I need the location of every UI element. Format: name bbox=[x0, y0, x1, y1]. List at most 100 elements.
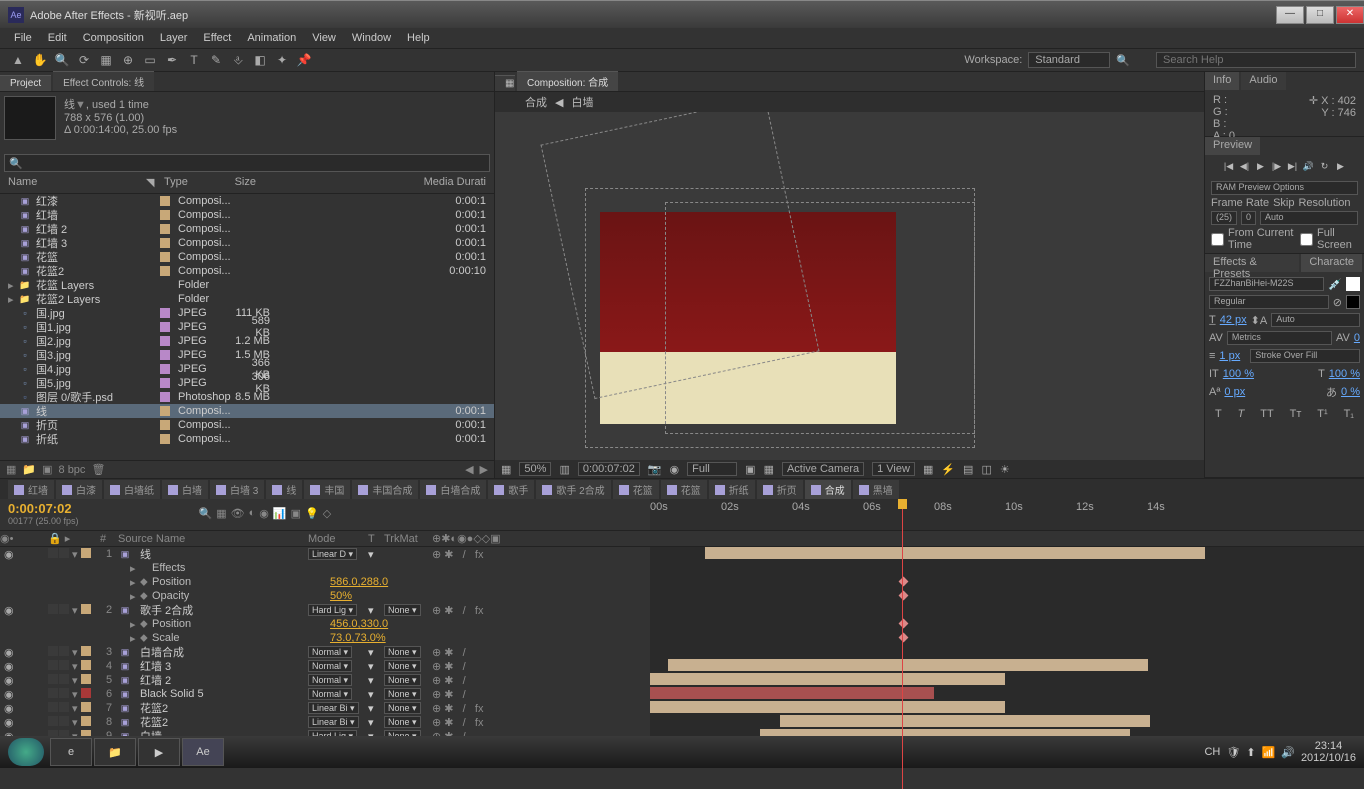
eyedropper-icon[interactable]: 💉 bbox=[1328, 278, 1342, 291]
tab-project[interactable]: Project bbox=[0, 75, 51, 91]
project-item[interactable]: ▣折纸Composi...0:00:1 bbox=[0, 432, 494, 446]
layer-row[interactable]: ◉▾5▣红墙 2Normal ▾▾None ▾⊕ ✱ / bbox=[0, 673, 650, 687]
exposure-icon[interactable]: ☀ bbox=[1000, 463, 1010, 476]
project-item[interactable]: ▣红墙 2Composi...0:00:1 bbox=[0, 222, 494, 236]
menu-view[interactable]: View bbox=[304, 32, 344, 44]
interpret-icon[interactable]: ▦ bbox=[6, 463, 16, 476]
timeline-tab[interactable]: 歌手 bbox=[488, 480, 534, 499]
hscale-value[interactable]: 100 % bbox=[1329, 368, 1360, 380]
layer-bar[interactable] bbox=[705, 547, 1205, 559]
keyframe[interactable] bbox=[899, 577, 909, 587]
kerning-dropdown[interactable]: Metrics bbox=[1227, 331, 1332, 345]
subscript-button[interactable]: T₁ bbox=[1344, 408, 1354, 420]
viewer[interactable] bbox=[495, 112, 1204, 460]
project-item[interactable]: ▣折页Composi...0:00:1 bbox=[0, 418, 494, 432]
loop-button[interactable]: ↻ bbox=[1318, 159, 1332, 173]
layer-row[interactable]: ◉▾1▣线Linear D ▾▾⊕ ✱ / fx bbox=[0, 547, 650, 561]
menu-edit[interactable]: Edit bbox=[40, 32, 75, 44]
tab-composition[interactable]: Composition: 合成 bbox=[517, 71, 618, 91]
project-item[interactable]: ▣红墙Composi...0:00:1 bbox=[0, 208, 494, 222]
bpc-button[interactable]: 8 bpc bbox=[59, 464, 86, 476]
property-row[interactable]: ▸⬥Position456.0,330.0 bbox=[0, 617, 650, 631]
timeline-icon[interactable]: ▤ bbox=[963, 463, 973, 476]
breadcrumb-2[interactable]: 白墙 bbox=[571, 94, 593, 110]
menu-window[interactable]: Window bbox=[344, 32, 399, 44]
leading-dropdown[interactable]: Auto bbox=[1271, 313, 1360, 327]
framerate-dropdown[interactable]: (25) bbox=[1211, 211, 1237, 225]
tab-preview[interactable]: Preview bbox=[1205, 137, 1260, 155]
pixel-aspect-icon[interactable]: ▦ bbox=[923, 463, 933, 476]
col-source-name[interactable]: Source Name bbox=[118, 533, 308, 545]
motion-blur-icon[interactable]: ◉ bbox=[259, 507, 269, 520]
property-row[interactable]: ▸⬥Scale73.0,73.0% bbox=[0, 631, 650, 645]
layer-tab-icon[interactable]: ▦ bbox=[495, 75, 515, 91]
menu-layer[interactable]: Layer bbox=[152, 32, 196, 44]
tab-effect-controls[interactable]: Effect Controls: 线 bbox=[53, 71, 154, 91]
col-label[interactable]: ◥ bbox=[146, 176, 164, 193]
tab-effects-presets[interactable]: Effects & Presets bbox=[1205, 254, 1299, 272]
workspace-dropdown[interactable]: Standard bbox=[1028, 52, 1110, 68]
col-mode[interactable]: Mode bbox=[308, 533, 368, 545]
search-help-input[interactable] bbox=[1156, 52, 1356, 68]
res-icon[interactable]: ▥ bbox=[559, 463, 569, 476]
tab-character[interactable]: Characte bbox=[1301, 254, 1362, 272]
bold-button[interactable]: T bbox=[1215, 408, 1222, 420]
tsume-value[interactable]: 0 % bbox=[1341, 386, 1360, 398]
tray-icon-2[interactable]: ⬆ bbox=[1246, 746, 1255, 759]
scroll-right-icon[interactable]: ▶ bbox=[480, 463, 488, 476]
menu-composition[interactable]: Composition bbox=[75, 32, 152, 44]
ram-options-dropdown[interactable]: RAM Preview Options bbox=[1211, 181, 1358, 195]
tray-icon-1[interactable]: 🛡 bbox=[1226, 746, 1240, 759]
close-button[interactable]: ✕ bbox=[1336, 6, 1364, 24]
bbox-3[interactable] bbox=[585, 188, 975, 448]
menu-effect[interactable]: Effect bbox=[195, 32, 239, 44]
auto-keyframe-icon[interactable]: ◇ bbox=[323, 507, 331, 520]
prev-frame-button[interactable]: ◀| bbox=[1238, 159, 1252, 173]
project-item[interactable]: ▸📁花篮2 LayersFolder bbox=[0, 292, 494, 306]
tray-network-icon[interactable]: 📶 bbox=[1262, 746, 1276, 759]
pan-behind-tool[interactable]: ⊕ bbox=[118, 51, 138, 69]
timeline-tab[interactable]: 丰国合成 bbox=[352, 480, 418, 499]
vscale-value[interactable]: 100 % bbox=[1223, 368, 1254, 380]
tab-info[interactable]: Info bbox=[1205, 72, 1239, 90]
playhead-line[interactable] bbox=[902, 547, 903, 768]
shy-icon[interactable]: 👁 bbox=[231, 507, 245, 520]
timeline-timecode[interactable]: 0:00:07:02 bbox=[8, 501, 79, 516]
timeline-tab[interactable]: 黑墙 bbox=[853, 480, 899, 499]
zoom-tool[interactable]: 🔍 bbox=[52, 51, 72, 69]
scroll-left-icon[interactable]: ◀ bbox=[465, 463, 473, 476]
start-button[interactable] bbox=[8, 738, 44, 766]
project-item[interactable]: ▣红漆Composi...0:00:1 bbox=[0, 194, 494, 208]
tray-date[interactable]: 2012/10/16 bbox=[1301, 752, 1356, 764]
last-frame-button[interactable]: ▶| bbox=[1286, 159, 1300, 173]
font-dropdown[interactable]: FZZhanBiHei-M22S bbox=[1209, 277, 1324, 291]
layer-row[interactable]: ◉▾4▣红墙 3Normal ▾▾None ▾⊕ ✱ / bbox=[0, 659, 650, 673]
hand-tool[interactable]: ✋ bbox=[30, 51, 50, 69]
minimize-button[interactable]: — bbox=[1276, 6, 1304, 24]
project-list[interactable]: ▣红漆Composi...0:00:1▣红墙Composi...0:00:1▣红… bbox=[0, 194, 494, 460]
project-item[interactable]: ▫国1.jpgJPEG589 KB bbox=[0, 320, 494, 334]
col-name[interactable]: Name bbox=[8, 176, 146, 193]
roi-icon[interactable]: ▣ bbox=[745, 463, 755, 476]
project-item[interactable]: ▫国2.jpgJPEG1.2 MB bbox=[0, 334, 494, 348]
layer-bar[interactable] bbox=[668, 659, 1148, 671]
camera-dropdown[interactable]: Active Camera bbox=[782, 462, 864, 476]
first-frame-button[interactable]: |◀ bbox=[1222, 159, 1236, 173]
fullscreen-checkbox[interactable] bbox=[1300, 233, 1313, 246]
timeline-tab[interactable]: 白漆 bbox=[56, 480, 102, 499]
keyframe[interactable] bbox=[899, 619, 909, 629]
draft3d-icon[interactable]: ▣ bbox=[291, 507, 301, 520]
zoom-dropdown[interactable]: 50% bbox=[519, 462, 551, 476]
menu-animation[interactable]: Animation bbox=[239, 32, 304, 44]
layer-row[interactable]: ◉▾3▣白墙合成Normal ▾▾None ▾⊕ ✱ / bbox=[0, 645, 650, 659]
fill-swatch[interactable] bbox=[1346, 277, 1360, 291]
play-button[interactable]: ▶ bbox=[1254, 159, 1268, 173]
timeline-tab[interactable]: 白墙 3 bbox=[210, 480, 264, 499]
mute-button[interactable]: 🔊 bbox=[1302, 159, 1316, 173]
layer-row[interactable]: ◉▾7▣花篮2Linear Bi ▾▾None ▾⊕ ✱ / fx bbox=[0, 701, 650, 715]
property-row[interactable]: ▸⬥Opacity50% bbox=[0, 589, 650, 603]
timeline-tab[interactable]: 花篮 bbox=[661, 480, 707, 499]
rotate-tool[interactable]: ⟳ bbox=[74, 51, 94, 69]
from-current-checkbox[interactable] bbox=[1211, 233, 1224, 246]
tray-lang[interactable]: CH bbox=[1204, 746, 1220, 758]
